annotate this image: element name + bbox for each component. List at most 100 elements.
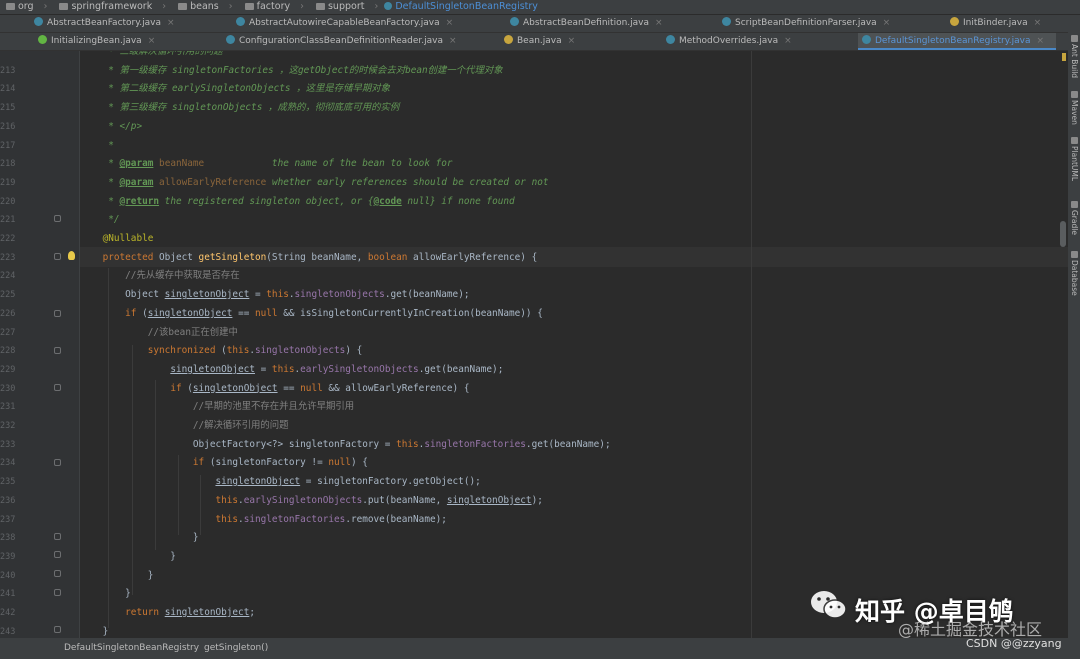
tab-initializing-bean[interactable]: InitializingBean.java × <box>34 33 155 50</box>
tool-window-gradle[interactable]: Gradle <box>1069 201 1079 235</box>
code-line[interactable]: singletonObject = singletonFactory.getOb… <box>80 473 480 491</box>
fold-marker-icon[interactable] <box>54 253 61 260</box>
code-line[interactable]: Object singletonObject = this.singletonO… <box>80 286 469 304</box>
close-icon[interactable]: × <box>1034 18 1042 28</box>
code-line[interactable]: * 第三级缓存 singletonObjects ，成熟的，彻彻底底可用的实例 <box>80 99 399 117</box>
close-icon[interactable]: × <box>655 18 663 28</box>
tool-window-ant-build[interactable]: Ant Build <box>1069 35 1079 78</box>
code-line[interactable]: protected Object getSingleton(String bea… <box>80 249 538 267</box>
fold-marker-icon[interactable] <box>54 347 61 354</box>
code-line[interactable]: synchronized (this.singletonObjects) { <box>80 342 363 360</box>
code-line[interactable]: * @param beanName the name of the bean t… <box>80 155 452 173</box>
code-line[interactable]: this.singletonFactories.remove(beanName)… <box>80 511 446 529</box>
tool-window-database[interactable]: Database <box>1069 251 1079 296</box>
code-line[interactable]: * </p> <box>80 118 142 136</box>
indent-guide <box>178 455 179 535</box>
code-line[interactable]: */ <box>80 211 119 229</box>
code-line[interactable]: } <box>80 529 199 547</box>
code-line[interactable]: //早期的池里不存在并且允许早期引用 <box>80 398 354 416</box>
close-icon[interactable]: × <box>1037 36 1045 46</box>
lightbulb-icon[interactable] <box>68 251 75 260</box>
tab-default-singleton-bean-registry[interactable]: DefaultSingletonBeanRegistry.java × <box>858 33 1056 50</box>
close-icon[interactable]: × <box>446 18 454 28</box>
line-number: 220 <box>0 196 16 207</box>
tab-abstract-autowire-capable-bean-factory[interactable]: AbstractAutowireCapableBeanFactory.java × <box>232 15 453 32</box>
code-line[interactable]: } <box>80 548 176 566</box>
nav-item-support[interactable]: support <box>310 0 364 14</box>
code-token: singletonObjects <box>294 289 385 301</box>
tool-window-plantuml[interactable]: PlantUML <box>1069 137 1079 181</box>
code-token: Object <box>80 289 165 301</box>
active-tab-indicator <box>858 48 1056 50</box>
fold-marker-icon[interactable] <box>54 533 61 540</box>
code-line[interactable]: //解决循环引用的问题 <box>80 417 289 435</box>
tab-script-bean-definition-parser[interactable]: ScriptBeanDefinitionParser.java × <box>718 15 890 32</box>
fold-marker-icon[interactable] <box>54 589 61 596</box>
code-line[interactable]: } <box>80 623 109 638</box>
code-line[interactable]: this.earlySingletonObjects.put(beanName,… <box>80 492 542 510</box>
close-icon[interactable]: × <box>167 18 175 28</box>
fold-marker-icon[interactable] <box>54 310 61 317</box>
code-line[interactable]: * <box>80 137 114 155</box>
code-line[interactable]: * @param allowEarlyReference whether ear… <box>80 174 548 192</box>
close-icon[interactable]: × <box>883 18 891 28</box>
right-margin-guide <box>751 51 752 638</box>
vertical-scrollbar-thumb[interactable] <box>1060 221 1066 247</box>
close-icon[interactable]: × <box>148 36 156 46</box>
nav-item-factory[interactable]: factory <box>239 0 290 14</box>
code-token: ( <box>181 382 193 394</box>
tab-init-binder[interactable]: InitBinder.java × <box>946 15 1041 32</box>
fold-marker-icon[interactable] <box>54 384 61 391</box>
code-token: * 第二级缓存 <box>80 83 173 95</box>
fold-marker-icon[interactable] <box>54 626 61 633</box>
code-token: singletonObject <box>164 607 250 618</box>
code-line[interactable]: ObjectFactory<?> singletonFactory = this… <box>80 436 611 454</box>
database-icon <box>1070 251 1078 258</box>
line-number: 221 <box>0 215 16 226</box>
fold-marker-icon[interactable] <box>54 459 61 466</box>
code-line[interactable]: if (singletonObject == null && isSinglet… <box>80 305 543 323</box>
code-line[interactable]: singletonObject = this.earlySingletonObj… <box>80 361 503 379</box>
tab-abstract-bean-factory[interactable]: AbstractBeanFactory.java × <box>30 15 175 32</box>
tab-bean[interactable]: Bean.java × <box>500 33 575 50</box>
crumb-method[interactable]: getSingleton() <box>204 638 268 659</box>
code-line[interactable]: if (singletonFactory != null) { <box>80 454 368 472</box>
crumb-class[interactable]: DefaultSingletonBeanRegistry <box>64 638 199 659</box>
tab-configuration-class-bean-definition-reader[interactable]: ConfigurationClassBeanDefinitionReader.j… <box>222 33 457 50</box>
code-line[interactable]: return singletonObject; <box>80 604 255 622</box>
line-number: 224 <box>0 271 16 282</box>
fold-marker-icon[interactable] <box>54 570 61 577</box>
close-icon[interactable]: × <box>568 36 576 46</box>
code-editor[interactable]: * 三级解决循环引用的问题 * 第一级缓存 singletonFactories… <box>80 51 1068 638</box>
folder-icon <box>244 3 254 10</box>
tool-window-maven[interactable]: Maven <box>1069 91 1079 125</box>
warning-stripe-marker[interactable] <box>1062 53 1066 61</box>
code-token: earlySingletonObjects <box>300 363 419 375</box>
code-token: } <box>80 625 109 637</box>
code-line[interactable]: } <box>80 585 131 603</box>
code-token: ObjectFactory<?> singletonFactory = <box>80 438 397 450</box>
code-line[interactable]: * 第二级缓存 earlySingletonObjects ，这里是存储早期对象 <box>80 80 390 98</box>
code-line[interactable]: //先从缓存中获取是否存在 <box>80 267 239 285</box>
code-line[interactable]: * @return the registered singleton objec… <box>80 193 514 211</box>
close-icon[interactable]: × <box>784 36 792 46</box>
nav-item-springframework[interactable]: springframework <box>53 0 152 14</box>
code-line[interactable]: * 第一级缓存 singletonFactories ，这getObject的时… <box>80 62 502 80</box>
code-token: } <box>80 532 199 544</box>
code-token: singletonObject <box>446 494 532 506</box>
code-line[interactable]: } <box>80 567 154 585</box>
nav-item-org[interactable]: org <box>0 0 34 14</box>
line-number: 240 <box>0 570 16 581</box>
fold-marker-icon[interactable] <box>54 215 61 222</box>
code-line[interactable]: @Nullable <box>80 230 154 248</box>
nav-item-current-class[interactable]: DefaultSingletonBeanRegistry <box>384 0 538 14</box>
tab-method-overrides[interactable]: MethodOverrides.java × <box>662 33 792 50</box>
code-line[interactable]: if (singletonObject == null && allowEarl… <box>80 380 469 398</box>
nav-item-beans[interactable]: beans <box>172 0 219 14</box>
code-line[interactable]: //该bean正在创建中 <box>80 324 238 342</box>
tab-abstract-bean-definition[interactable]: AbstractBeanDefinition.java × <box>506 15 663 32</box>
code-line[interactable]: * 三级解决循环引用的问题 <box>80 51 222 61</box>
close-icon[interactable]: × <box>449 36 457 46</box>
fold-marker-icon[interactable] <box>54 551 61 558</box>
